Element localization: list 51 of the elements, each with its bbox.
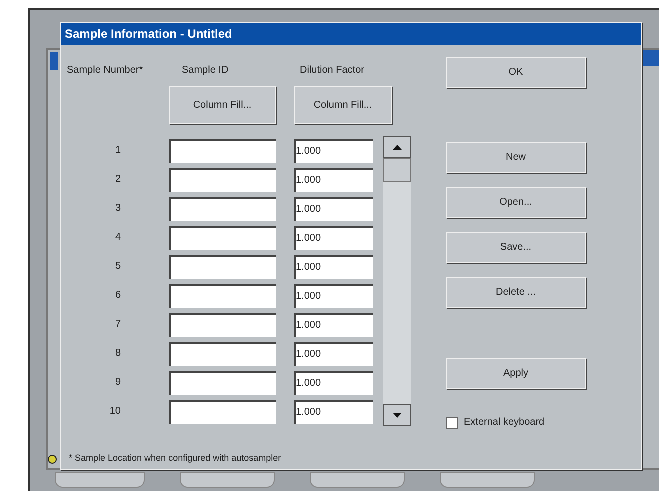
- file-button[interactable]: New: [446, 142, 586, 173]
- column-fill-button[interactable]: Column Fill...: [294, 86, 392, 124]
- file-button[interactable]: Save...: [446, 232, 586, 263]
- sample-id-field[interactable]: [169, 168, 276, 192]
- down-arrow-icon: [392, 412, 402, 418]
- dilution-factor-field[interactable]: 1.000: [294, 254, 373, 278]
- row-number: 3: [114, 202, 121, 216]
- scroll-up-button[interactable]: [383, 136, 411, 158]
- apply-button[interactable]: Apply: [446, 358, 586, 389]
- column-header: Dilution Factor: [300, 64, 366, 78]
- row-number: 9: [114, 376, 121, 390]
- sample-id-field[interactable]: [169, 254, 276, 278]
- scroll-down-button[interactable]: [383, 404, 411, 426]
- checkbox-label: External keyboard: [464, 416, 545, 430]
- sample-id-field[interactable]: [169, 342, 276, 366]
- sample-id-field[interactable]: [169, 196, 276, 220]
- window-title: Sample Information - Untitled: [61, 23, 641, 45]
- dilution-factor-field[interactable]: 1.000: [294, 284, 373, 308]
- file-button[interactable]: Delete ...: [446, 277, 586, 308]
- dilution-factor-field[interactable]: 1.000: [294, 138, 373, 162]
- row-number: 4: [114, 231, 121, 245]
- sample-id-field[interactable]: [169, 370, 276, 394]
- up-arrow-icon: [392, 144, 402, 150]
- column-header: Sample Number*: [67, 64, 144, 78]
- ok-button[interactable]: OK: [446, 57, 586, 88]
- dilution-factor-field[interactable]: 1.000: [294, 196, 373, 220]
- row-number: 6: [114, 289, 121, 303]
- dilution-factor-field[interactable]: 1.000: [294, 400, 373, 424]
- footnote: * Sample Location when configured with autosampler: [69, 452, 282, 465]
- row-number: 2: [114, 173, 121, 187]
- dilution-factor-field[interactable]: 1.000: [294, 370, 373, 394]
- column-fill-button[interactable]: Column Fill...: [169, 86, 276, 124]
- file-button[interactable]: Open...: [446, 187, 586, 218]
- scroll-thumb[interactable]: [383, 158, 411, 182]
- sample-id-field[interactable]: [169, 138, 276, 162]
- sample-id-field[interactable]: [169, 312, 276, 336]
- row-number: 10: [108, 405, 121, 419]
- row-number: 1: [114, 144, 121, 158]
- column-header: Sample ID: [182, 64, 230, 78]
- row-number: 8: [114, 347, 121, 361]
- dilution-factor-field[interactable]: 1.000: [294, 168, 373, 192]
- checkbox[interactable]: [446, 416, 458, 428]
- scrollbar[interactable]: [383, 136, 411, 426]
- dilution-factor-field[interactable]: 1.000: [294, 226, 373, 250]
- dilution-factor-field[interactable]: 1.000: [294, 312, 373, 336]
- sample-id-field[interactable]: [169, 284, 276, 308]
- dilution-factor-field[interactable]: 1.000: [294, 342, 373, 366]
- row-number: 7: [114, 318, 121, 332]
- sample-id-field[interactable]: [169, 400, 276, 424]
- sample-id-field[interactable]: [169, 226, 276, 250]
- row-number: 5: [114, 260, 121, 274]
